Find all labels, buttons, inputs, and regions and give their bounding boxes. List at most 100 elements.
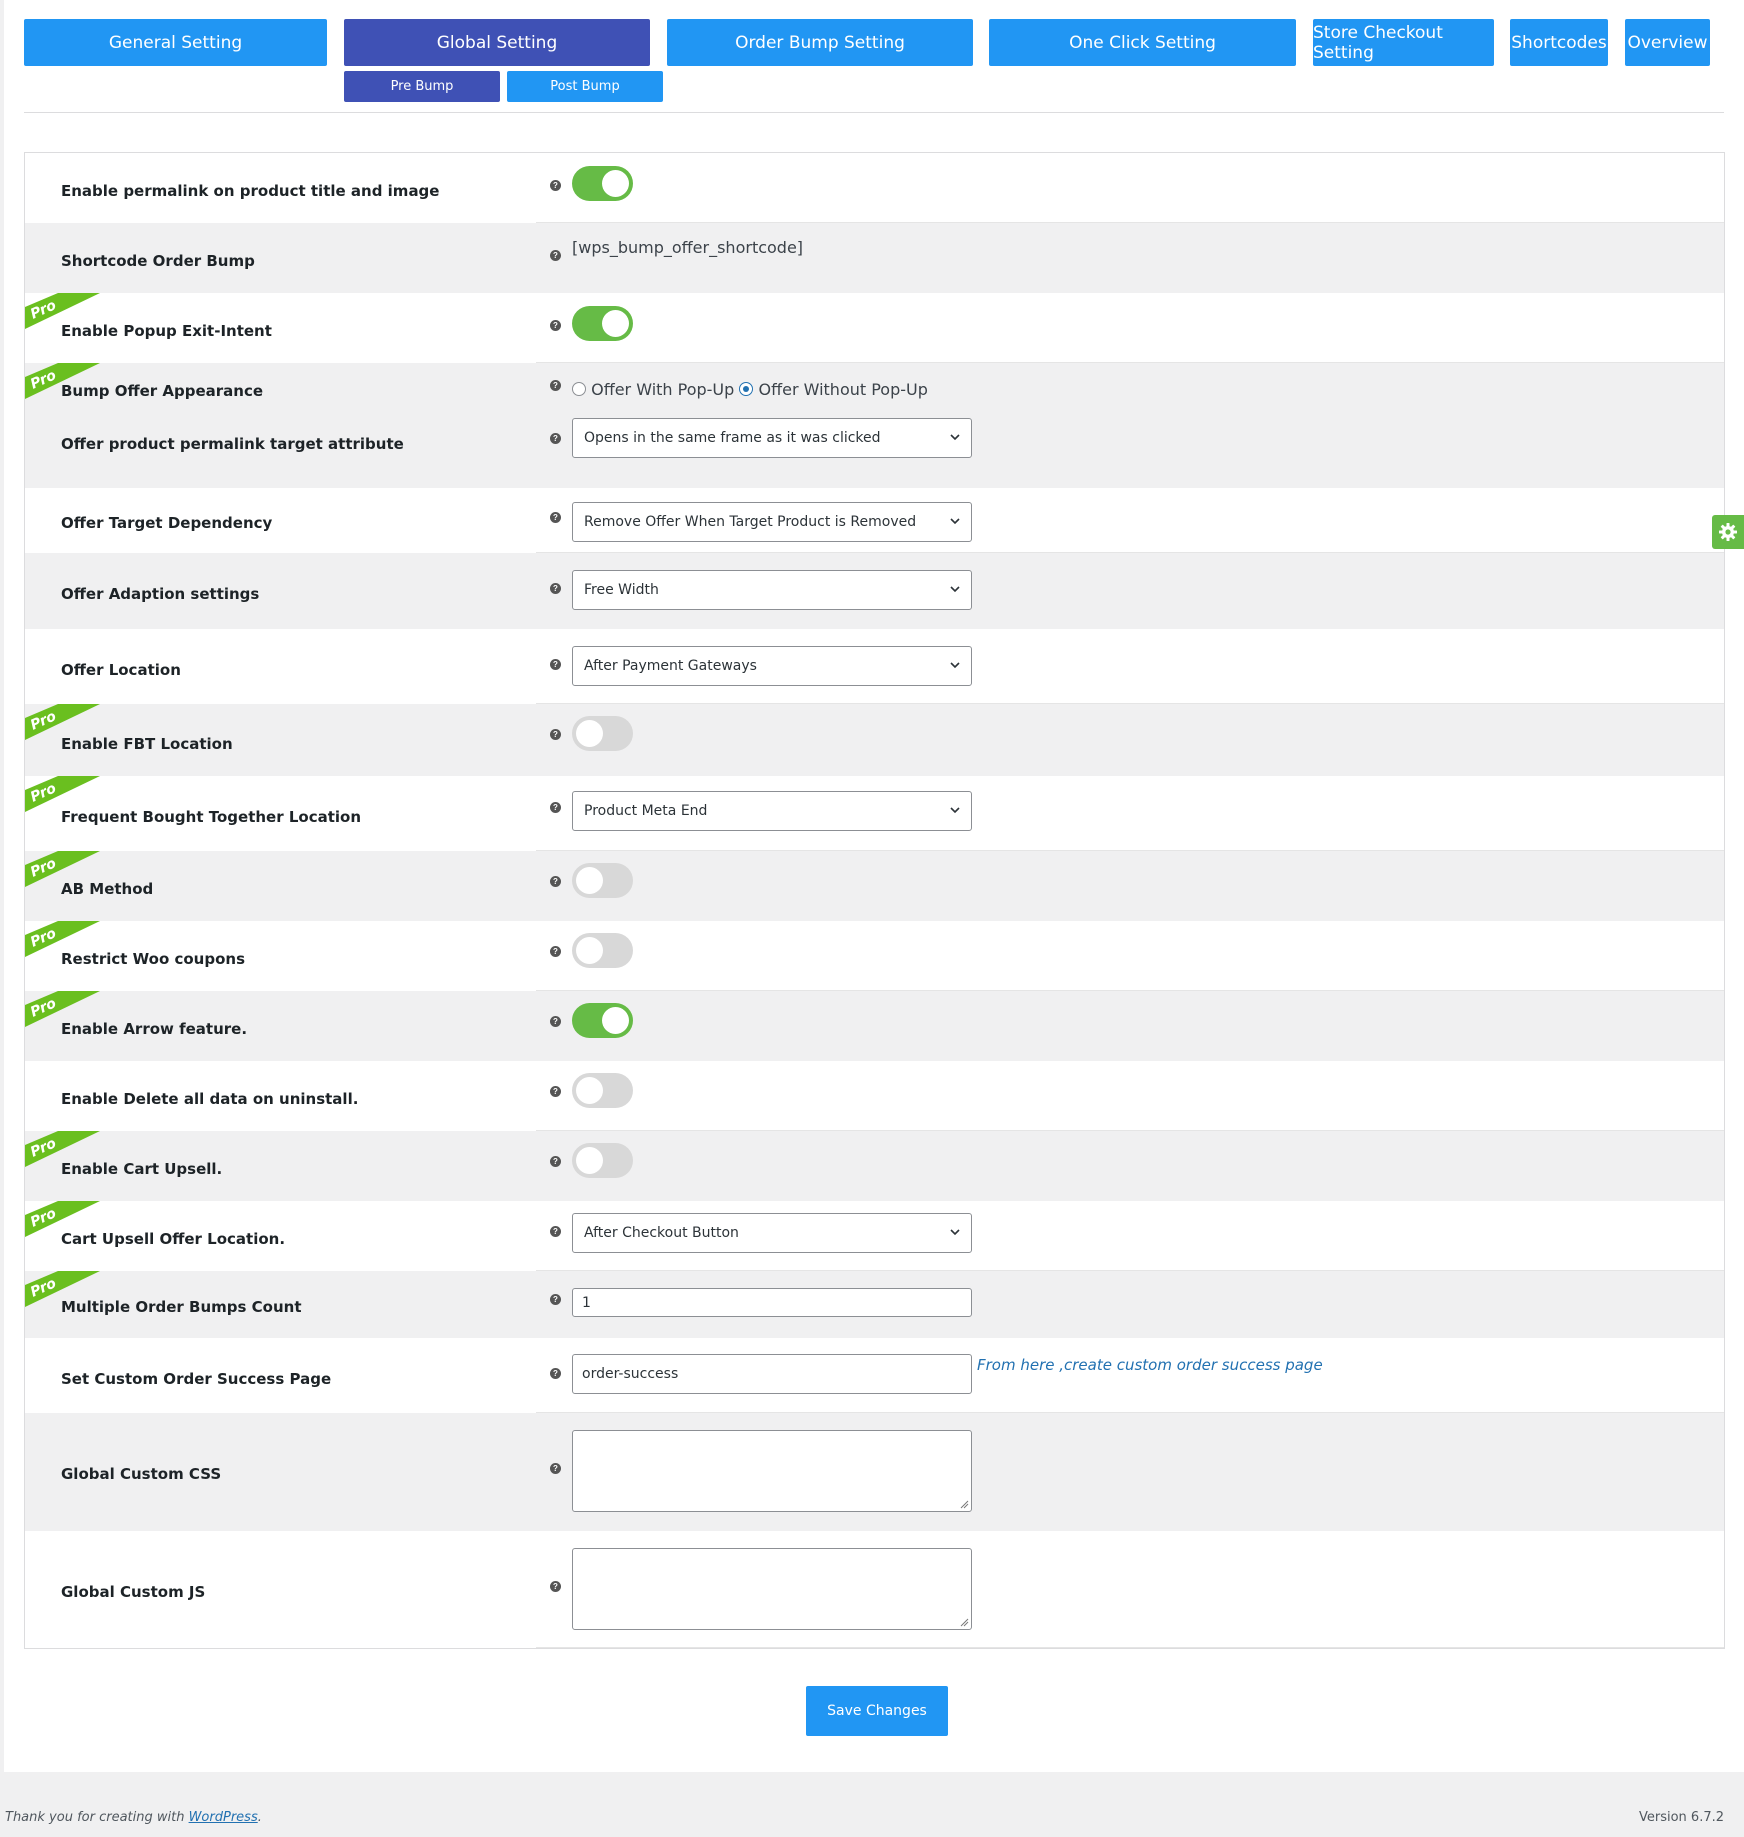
row-fbt-location: Pro Frequent Bought Together Location ? … — [25, 776, 1724, 851]
row-label: Enable Arrow feature. — [61, 1020, 248, 1038]
row-label: Offer product permalink target attribute — [61, 435, 404, 453]
tab-global-setting[interactable]: Global Setting — [344, 19, 650, 66]
row-ab-method: Pro AB Method ? — [25, 851, 1724, 921]
fbt-location-select[interactable]: Product Meta End — [572, 791, 972, 831]
row-label: Frequent Bought Together Location — [61, 808, 362, 826]
select-value: Remove Offer When Target Product is Remo… — [584, 514, 917, 530]
footer-thanks: Thank you for creating with WordPress. — [5, 1810, 262, 1825]
arrow-feature-toggle[interactable] — [572, 1003, 633, 1038]
divider — [24, 112, 1724, 113]
row-arrow-feature: Pro Enable Arrow feature. ? — [25, 991, 1724, 1061]
settings-page: General Setting Global Setting Order Bum… — [4, 0, 1744, 1772]
row-shortcode: Shortcode Order Bump ? [wps_bump_offer_s… — [25, 223, 1724, 293]
chevron-down-icon — [950, 518, 960, 525]
resize-grip-icon[interactable] — [960, 1618, 969, 1627]
help-icon[interactable]: ? — [550, 433, 561, 444]
help-icon[interactable]: ? — [550, 380, 561, 391]
row-offer-location: Offer Location ? After Payment Gateways — [25, 629, 1724, 704]
offer-location-select[interactable]: After Payment Gateways — [572, 646, 972, 686]
ab-method-toggle[interactable] — [572, 863, 633, 898]
help-icon[interactable]: ? — [550, 250, 561, 261]
help-icon[interactable]: ? — [550, 876, 561, 887]
custom-css-textarea[interactable] — [572, 1430, 972, 1512]
help-icon[interactable]: ? — [550, 946, 561, 957]
subtab-post-bump[interactable]: Post Bump — [507, 71, 663, 102]
resize-grip-icon[interactable] — [960, 1500, 969, 1509]
help-icon[interactable]: ? — [550, 180, 561, 191]
footer-version: Version 6.7.2 — [1638, 1810, 1724, 1825]
row-label: Offer Adaption settings — [61, 585, 260, 603]
row-permalink: Enable permalink on product title and im… — [25, 153, 1724, 223]
help-icon[interactable]: ? — [550, 512, 561, 523]
help-icon[interactable]: ? — [550, 1226, 561, 1237]
save-changes-button[interactable]: Save Changes — [806, 1686, 948, 1736]
select-value: Product Meta End — [584, 803, 708, 819]
radio-offer-with-popup[interactable] — [572, 382, 586, 396]
help-icon[interactable]: ? — [550, 1581, 561, 1592]
chevron-down-icon — [950, 1229, 960, 1236]
input-value: order-success — [582, 1366, 679, 1382]
chevron-down-icon — [950, 434, 960, 441]
row-restrict-coupons: Pro Restrict Woo coupons ? — [25, 921, 1724, 991]
radio-label-offer-without-popup: Offer Without Pop-Up — [758, 380, 928, 399]
radio-label-offer-with-popup: Offer With Pop-Up — [591, 380, 735, 399]
row-label: Shortcode Order Bump — [61, 252, 255, 270]
help-icon[interactable]: ? — [550, 1156, 561, 1167]
row-label: Enable Cart Upsell. — [61, 1160, 223, 1178]
select-value: After Payment Gateways — [584, 658, 757, 674]
row-label: Global Custom JS — [61, 1583, 206, 1601]
delete-data-toggle[interactable] — [572, 1073, 633, 1108]
bump-count-input[interactable]: 1 — [572, 1288, 972, 1317]
help-icon[interactable]: ? — [550, 659, 561, 670]
help-icon[interactable]: ? — [550, 802, 561, 813]
popup-exit-intent-toggle[interactable] — [572, 306, 633, 341]
row-label: Multiple Order Bumps Count — [61, 1298, 302, 1316]
target-dependency-select[interactable]: Remove Offer When Target Product is Remo… — [572, 502, 972, 542]
tab-one-click-setting[interactable]: One Click Setting — [989, 19, 1296, 66]
help-icon[interactable]: ? — [550, 1368, 561, 1379]
help-icon[interactable]: ? — [550, 1463, 561, 1474]
row-target-dependency: Offer Target Dependency ? Remove Offer W… — [25, 488, 1724, 553]
tab-store-checkout-setting[interactable]: Store Checkout Setting — [1313, 19, 1494, 66]
success-page-input[interactable]: order-success — [572, 1354, 972, 1394]
select-value: Opens in the same frame as it was clicke… — [584, 430, 881, 446]
create-success-page-link[interactable]: From here ,create custom order success p… — [977, 1356, 1323, 1374]
help-icon[interactable]: ? — [550, 1294, 561, 1305]
permalink-toggle[interactable] — [572, 166, 633, 201]
chevron-down-icon — [950, 586, 960, 593]
tab-shortcodes[interactable]: Shortcodes — [1510, 19, 1608, 66]
row-label: Restrict Woo coupons — [61, 950, 246, 968]
settings-table: Enable permalink on product title and im… — [24, 152, 1725, 1649]
row-success-page: Set Custom Order Success Page ? order-su… — [25, 1338, 1724, 1413]
row-delete-data: Enable Delete all data on uninstall. ? — [25, 1061, 1724, 1131]
shortcode-text: [wps_bump_offer_shortcode] — [572, 238, 804, 257]
offer-adaption-select[interactable]: Free Width — [572, 570, 972, 610]
row-offer-adaption: Offer Adaption settings ? Free Width — [25, 553, 1724, 629]
tab-general-setting[interactable]: General Setting — [24, 19, 327, 66]
fbt-toggle[interactable] — [572, 716, 633, 751]
help-icon[interactable]: ? — [550, 583, 561, 594]
custom-js-textarea[interactable] — [572, 1548, 972, 1630]
subtab-pre-bump[interactable]: Pre Bump — [344, 71, 500, 102]
row-label: Cart Upsell Offer Location. — [61, 1230, 286, 1248]
radio-offer-without-popup[interactable] — [739, 382, 754, 396]
row-custom-js: Global Custom JS ? — [25, 1531, 1724, 1648]
row-label: AB Method — [61, 880, 154, 898]
gear-icon — [1719, 523, 1737, 541]
restrict-coupons-toggle[interactable] — [572, 933, 633, 968]
help-icon[interactable]: ? — [550, 320, 561, 331]
cart-upsell-toggle[interactable] — [572, 1143, 633, 1178]
settings-gear-button[interactable] — [1712, 515, 1744, 549]
tab-order-bump-setting[interactable]: Order Bump Setting — [667, 19, 973, 66]
help-icon[interactable]: ? — [550, 1016, 561, 1027]
wordpress-link[interactable]: WordPress — [189, 1810, 258, 1825]
help-icon[interactable]: ? — [550, 729, 561, 740]
permalink-target-select[interactable]: Opens in the same frame as it was clicke… — [572, 418, 972, 458]
row-bump-offer-appearance: Pro Bump Offer Appearance ? Offer With P… — [25, 363, 1724, 423]
select-value: Free Width — [584, 582, 659, 598]
tab-overview[interactable]: Overview — [1625, 19, 1710, 66]
row-permalink-target: Offer product permalink target attribute… — [25, 418, 1724, 488]
cart-upsell-location-select[interactable]: After Checkout Button — [572, 1213, 972, 1253]
help-icon[interactable]: ? — [550, 1086, 561, 1097]
row-label: Offer Target Dependency — [61, 514, 273, 532]
